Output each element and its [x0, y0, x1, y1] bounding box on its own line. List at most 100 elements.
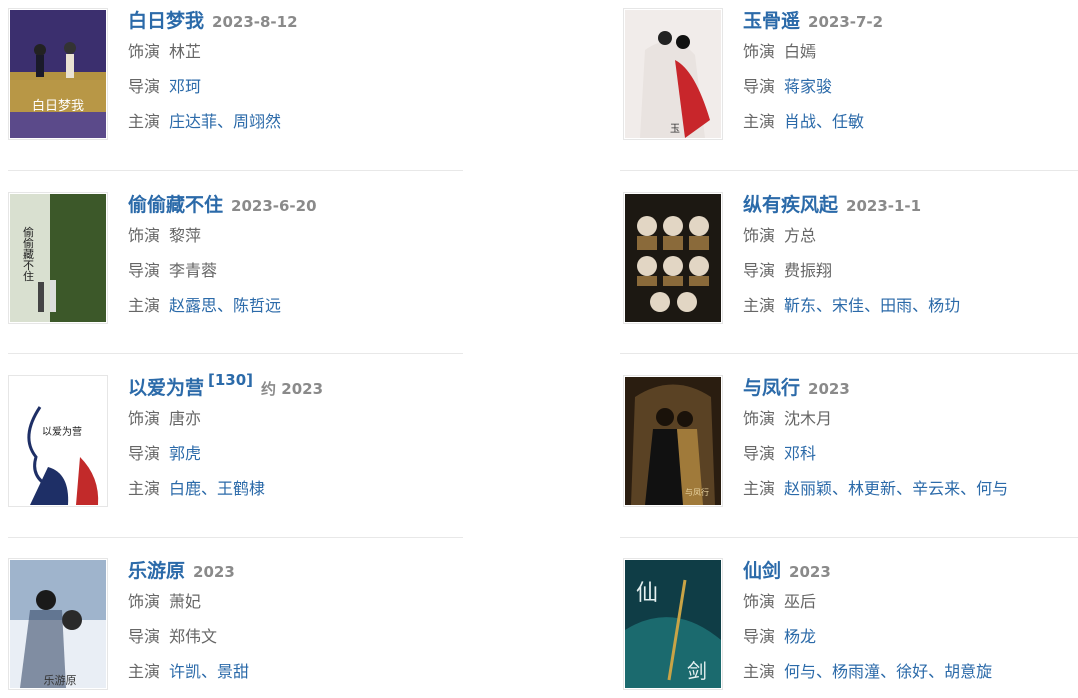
- cast-separator: 、: [832, 479, 849, 498]
- director-label: 导演: [743, 261, 776, 280]
- title-row: 仙剑 2023: [743, 558, 1078, 584]
- movie-info: 以爱为营 [130] 约 2023 饰演 唐亦 导演 郭虎 主演 白鹿、王鹤棣: [128, 371, 488, 506]
- movie-info: 仙剑 2023 饰演 巫后 导演 杨龙 主演 何与、杨雨潼、徐好、胡意旋: [743, 558, 1078, 689]
- release-date: 2023-1-1: [846, 197, 922, 215]
- movie-poster-image[interactable]: 乐游原: [8, 558, 108, 690]
- release-date: 2023: [789, 563, 831, 581]
- movie-info: 纵有疾风起 2023-1-1 饰演 方总导演 费振翔主演 靳东、宋佳、田雨、杨玏: [743, 192, 1078, 323]
- role-row: 饰演 方总: [743, 218, 1078, 253]
- svg-text:偷偷藏不住: 偷偷藏不住: [22, 225, 35, 281]
- title-row: 与凤行 2023: [743, 375, 1078, 401]
- director-label: 导演: [743, 627, 776, 646]
- cast-row: 主演 肖战、任敏: [743, 104, 1078, 139]
- director-name[interactable]: 邓珂: [169, 77, 201, 96]
- role-label: 饰演: [743, 409, 776, 428]
- movie-poster-image[interactable]: 偷偷藏不住: [8, 192, 108, 324]
- director-name[interactable]: 杨龙: [784, 627, 816, 646]
- cast-separator: 、: [928, 662, 945, 681]
- cast-separator: 、: [816, 662, 833, 681]
- cast-member-link[interactable]: 许凯: [169, 662, 201, 681]
- movie-card: 以爱为营 以爱为营 [130] 约 2023 饰演 唐亦 导演 郭虎 主演 白鹿、王鹤棣: [8, 371, 478, 515]
- cast-member-link[interactable]: 何与: [784, 662, 816, 681]
- release-date: 2023-8-12: [212, 13, 298, 31]
- row-divider: [8, 537, 463, 538]
- cast-member-link[interactable]: 徐好: [896, 662, 928, 681]
- cast-member-link[interactable]: 赵丽颖: [784, 479, 832, 498]
- title-row: 偷偷藏不住 2023-6-20: [128, 192, 488, 218]
- cast-label: 主演: [743, 112, 776, 131]
- cast-member-link[interactable]: 周翊然: [233, 112, 281, 131]
- movie-poster-image[interactable]: 白日梦我: [8, 8, 108, 140]
- movie-poster-image[interactable]: 与凤行: [623, 375, 723, 507]
- director-name[interactable]: 邓科: [784, 444, 816, 463]
- director-name[interactable]: 蒋家骏: [784, 77, 832, 96]
- svg-text:以爱为营: 以爱为营: [42, 425, 82, 438]
- movie-title-link[interactable]: 以爱为营: [128, 377, 204, 399]
- movie-title-link[interactable]: 玉骨遥: [743, 10, 800, 32]
- role-name: 方总: [784, 226, 817, 245]
- role-name: 巫后: [784, 592, 817, 611]
- cast-label: 主演: [128, 296, 161, 315]
- director-name: 郑伟文: [169, 627, 218, 646]
- movie-poster-image[interactable]: [623, 192, 723, 324]
- row-divider: [620, 353, 1078, 354]
- title-row: 玉骨遥 2023-7-2: [743, 8, 1078, 34]
- cast-member-link[interactable]: 任敏: [832, 112, 864, 131]
- director-row: 导演 蒋家骏: [743, 69, 1078, 104]
- movie-info: 玉骨遥 2023-7-2 饰演 白嫣 导演 蒋家骏 主演 肖战、任敏: [743, 8, 1078, 139]
- movie-info: 白日梦我 2023-8-12 饰演 林芷 导演 邓珂 主演 庄达菲、周翊然: [128, 8, 488, 139]
- role-label: 饰演: [743, 592, 776, 611]
- cast-member-link[interactable]: 林更新: [848, 479, 896, 498]
- cast-member-link[interactable]: 靳东: [784, 296, 816, 315]
- movie-poster-image[interactable]: 玉: [623, 8, 723, 140]
- role-row: 饰演 唐亦: [128, 401, 488, 436]
- reference-superscript[interactable]: [130]: [208, 371, 253, 389]
- cast-member-link[interactable]: 田雨: [880, 296, 912, 315]
- movie-title-link[interactable]: 乐游原: [128, 560, 185, 582]
- cast-row: 主演 靳东、宋佳、田雨、杨玏: [743, 288, 1078, 323]
- cast-member-link[interactable]: 宋佳: [832, 296, 864, 315]
- movie-title-link[interactable]: 白日梦我: [128, 10, 204, 32]
- movie-poster-image[interactable]: 仙 剑: [623, 558, 723, 690]
- cast-member-link[interactable]: 赵露思: [169, 296, 217, 315]
- svg-text:乐游原: 乐游原: [44, 674, 77, 687]
- movie-title-link[interactable]: 纵有疾风起: [743, 194, 838, 216]
- cast-member-link[interactable]: 胡意旋: [944, 662, 992, 681]
- role-name: 沈木月: [784, 409, 833, 428]
- cast-member-link[interactable]: 王鹤棣: [217, 479, 265, 498]
- cast-separator: 、: [880, 662, 897, 681]
- cast-member-link[interactable]: 辛云来: [912, 479, 960, 498]
- role-row: 饰演 萧妃: [128, 584, 488, 619]
- movie-card: 偷偷藏不住 偷偷藏不住 2023-6-20 饰演 黎萍 导演 李青蓉 主演 赵露思、陈哲远: [8, 192, 478, 332]
- cast-member-link[interactable]: 何与: [976, 479, 1008, 498]
- svg-text:玉: 玉: [670, 124, 680, 135]
- row-divider: [8, 353, 463, 354]
- role-label: 饰演: [743, 42, 776, 61]
- cast-member-link[interactable]: 肖战: [784, 112, 816, 131]
- movie-poster-image[interactable]: 以爱为营: [8, 375, 108, 507]
- role-row: 饰演 巫后: [743, 584, 1078, 619]
- cast-label: 主演: [128, 662, 161, 681]
- cast-member-link[interactable]: 杨玏: [928, 296, 960, 315]
- filmography-grid: 白日梦我 白日梦我 2023-8-12 饰演 林芷 导演 邓珂 主演 庄达菲、周翊然 玉玉骨遥 2…: [0, 0, 1078, 690]
- director-name[interactable]: 郭虎: [169, 444, 201, 463]
- role-name: 林芷: [169, 42, 202, 61]
- cast-separator: 、: [201, 479, 218, 498]
- director-name: 李青蓉: [169, 261, 218, 280]
- role-label: 饰演: [128, 409, 161, 428]
- cast-member-link[interactable]: 杨雨潼: [832, 662, 880, 681]
- director-name: 费振翔: [784, 261, 833, 280]
- director-label: 导演: [128, 77, 161, 96]
- cast-member-link[interactable]: 庄达菲: [169, 112, 217, 131]
- cast-row: 主演 赵露思、陈哲远: [128, 288, 488, 323]
- cast-separator: 、: [896, 479, 913, 498]
- movie-info: 乐游原 2023 饰演 萧妃 导演 郑伟文 主演 许凯、景甜: [128, 558, 488, 689]
- cast-member-link[interactable]: 白鹿: [169, 479, 201, 498]
- cast-member-link[interactable]: 景甜: [217, 662, 249, 681]
- movie-title-link[interactable]: 仙剑: [743, 560, 781, 582]
- release-date: 约 2023: [261, 380, 324, 398]
- movie-title-link[interactable]: 偷偷藏不住: [128, 194, 223, 216]
- cast-member-link[interactable]: 陈哲远: [233, 296, 281, 315]
- movie-title-link[interactable]: 与凤行: [743, 377, 800, 399]
- movie-info: 偷偷藏不住 2023-6-20 饰演 黎萍 导演 李青蓉 主演 赵露思、陈哲远: [128, 192, 488, 323]
